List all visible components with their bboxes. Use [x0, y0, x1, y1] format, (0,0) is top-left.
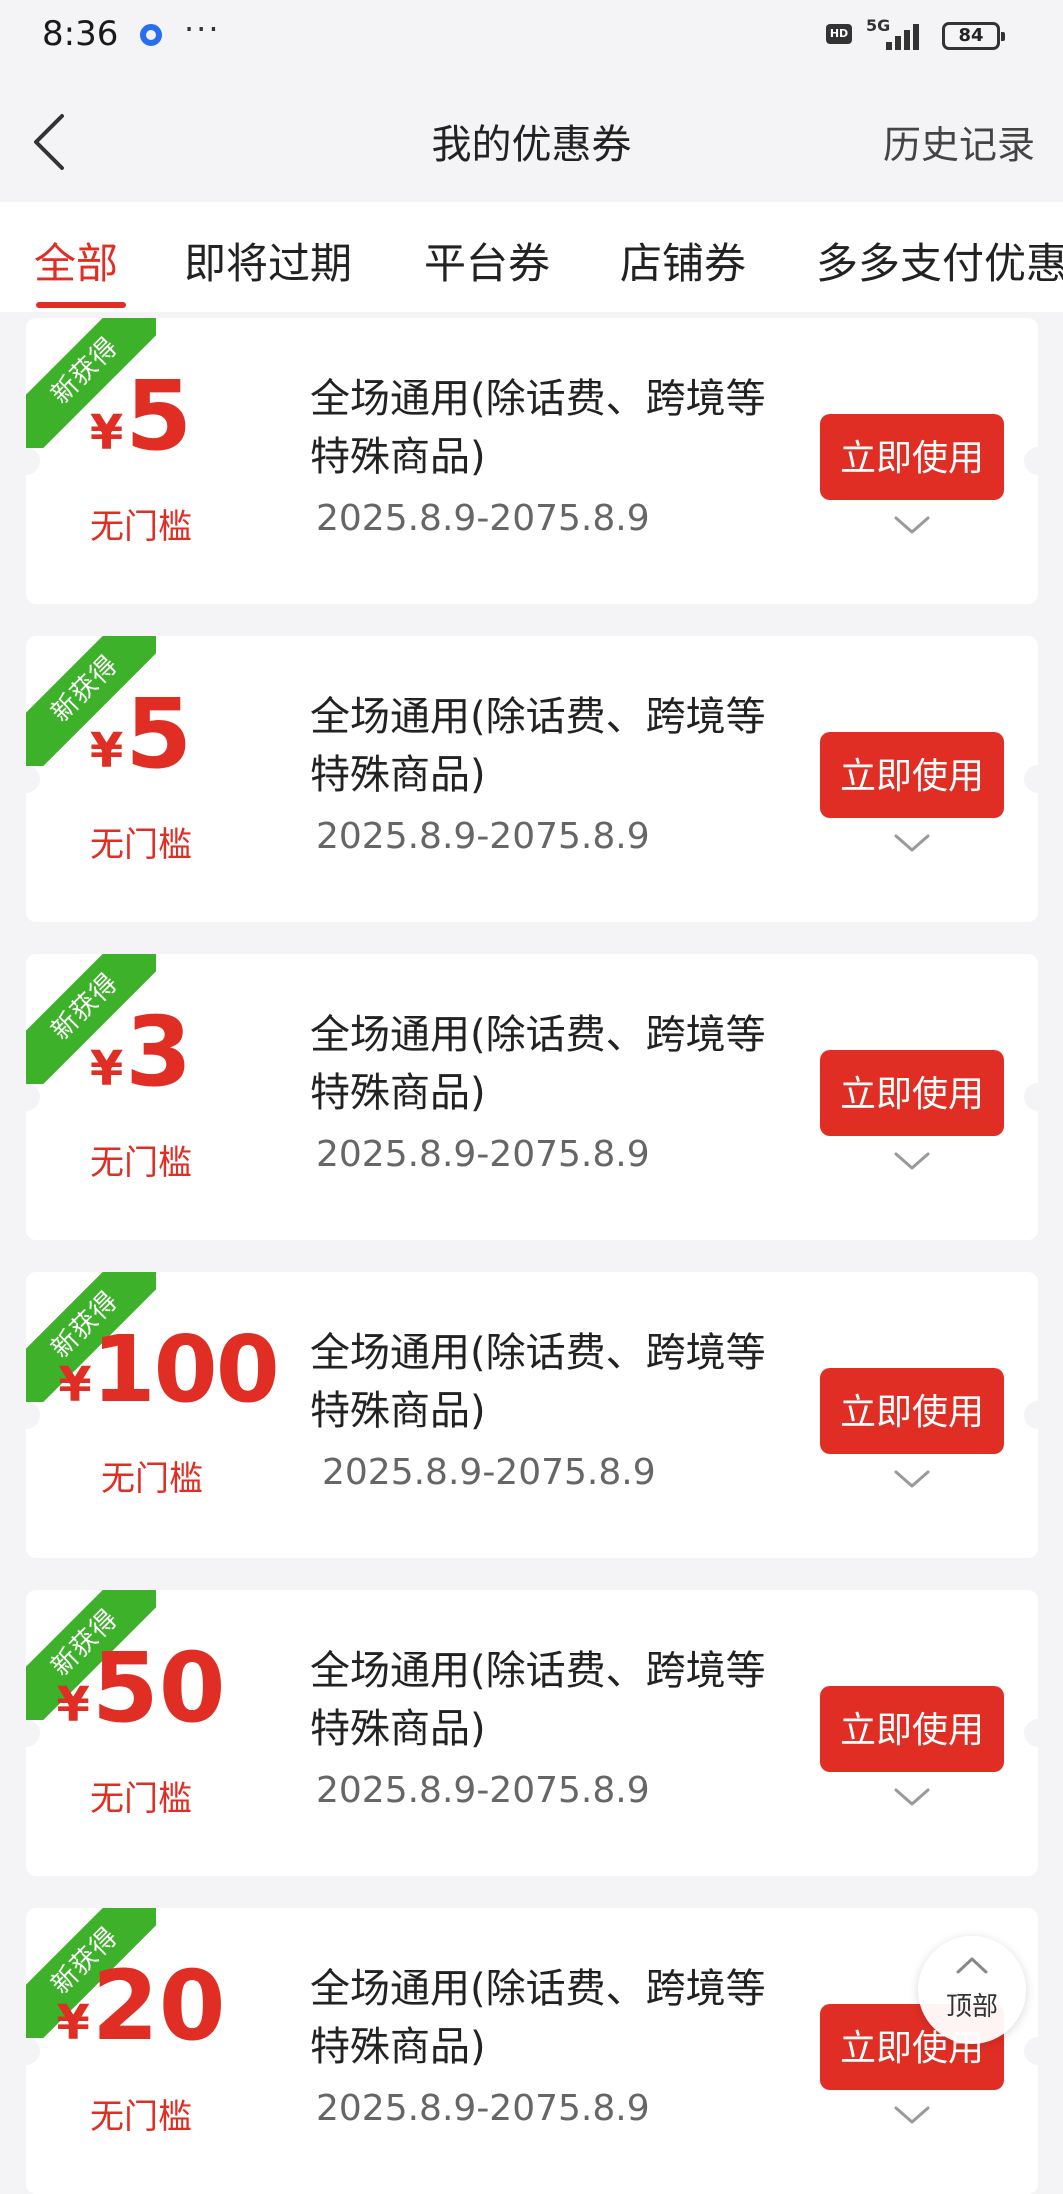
coupon-validity: 2025.8.9-2075.8.9 — [316, 1770, 650, 1811]
coupon-threshold: 无门槛 — [90, 825, 192, 865]
battery-level: 84 — [958, 25, 984, 46]
signal-icon — [886, 22, 926, 50]
coupon-amount-box: ¥50 无门槛 — [26, 1640, 256, 1820]
tab-all[interactable]: 全部 — [34, 230, 118, 291]
tab-bar: 全部 即将过期 平台券 店铺券 多多支付优惠 — [0, 202, 1063, 312]
coupon-card: 新获得 ¥50 无门槛 全场通用(除话费、跨境等特殊商品) 2025.8.9-2… — [26, 1590, 1038, 1876]
currency-symbol: ¥ — [58, 1357, 91, 1413]
tab-duoduo-pay[interactable]: 多多支付优惠 — [816, 230, 1063, 291]
use-now-button[interactable]: 立即使用 — [820, 414, 1004, 500]
currency-symbol: ¥ — [89, 1041, 124, 1097]
use-now-button[interactable]: 立即使用 — [820, 1368, 1004, 1454]
use-now-button[interactable]: 立即使用 — [820, 732, 1004, 818]
coupon-card: 新获得 ¥100 无门槛 全场通用(除话费、跨境等特殊商品) 2025.8.9-… — [26, 1272, 1038, 1558]
amount-value: 5 — [125, 360, 193, 472]
ticket-notch — [1024, 1083, 1038, 1111]
coupon-threshold: 无门槛 — [90, 1779, 192, 1819]
coupon-amount: ¥5 — [26, 686, 256, 799]
coupon-validity: 2025.8.9-2075.8.9 — [316, 498, 650, 539]
coupon-card: 新获得 ¥20 无门槛 全场通用(除话费、跨境等特殊商品) 2025.8.9-2… — [26, 1908, 1038, 2194]
active-tab-indicator — [36, 302, 126, 308]
coupon-threshold: 无门槛 — [101, 1459, 203, 1499]
amount-value: 100 — [91, 1316, 280, 1423]
coupon-card: 新获得 ¥5 无门槛 全场通用(除话费、跨境等特殊商品) 2025.8.9-20… — [26, 636, 1038, 922]
back-to-top-label: 顶部 — [945, 1992, 998, 2022]
ticket-notch — [1024, 1401, 1038, 1429]
coupon-amount: ¥20 — [26, 1958, 256, 2071]
coupon-amount-box: ¥5 无门槛 — [26, 368, 256, 548]
chevron-down-icon[interactable] — [892, 1468, 932, 1492]
coupon-validity: 2025.8.9-2075.8.9 — [316, 816, 650, 857]
ticket-notch — [1024, 765, 1038, 793]
coupon-amount-box: ¥100 无门槛 — [38, 1322, 298, 1500]
amount-value: 3 — [125, 996, 193, 1108]
use-now-button[interactable]: 立即使用 — [820, 1686, 1004, 1772]
chevron-down-icon[interactable] — [892, 2104, 932, 2128]
currency-symbol: ¥ — [56, 1995, 90, 2051]
status-time: 8:36 — [42, 14, 119, 54]
app-notification-icon — [140, 24, 162, 46]
tab-store[interactable]: 店铺券 — [620, 230, 746, 291]
coupon-amount-box: ¥3 无门槛 — [26, 1004, 256, 1184]
coupon-description: 全场通用(除话费、跨境等特殊商品) — [310, 1966, 766, 2070]
status-bar: 8:36 ··· HD 5G 84 — [0, 0, 1063, 72]
coupon-threshold: 无门槛 — [90, 507, 192, 547]
battery-icon: 84 — [942, 22, 1005, 50]
coupon-amount-box: ¥5 无门槛 — [26, 686, 256, 866]
coupon-threshold: 无门槛 — [90, 1143, 192, 1183]
chevron-down-icon[interactable] — [892, 832, 932, 856]
coupon-amount: ¥3 — [26, 1004, 256, 1117]
ticket-notch — [1024, 1719, 1038, 1747]
coupon-validity: 2025.8.9-2075.8.9 — [316, 2088, 650, 2129]
amount-value: 5 — [125, 678, 193, 790]
more-notifications-icon: ··· — [184, 10, 221, 48]
coupon-threshold: 无门槛 — [90, 2097, 192, 2137]
ticket-notch — [1024, 2037, 1038, 2065]
currency-symbol: ¥ — [56, 1677, 90, 1733]
coupon-description: 全场通用(除话费、跨境等特殊商品) — [310, 1648, 766, 1752]
back-to-top-button[interactable]: 顶部 — [918, 1936, 1026, 2044]
coupon-amount: ¥50 — [26, 1640, 256, 1753]
coupon-amount: ¥5 — [26, 368, 256, 481]
coupon-validity: 2025.8.9-2075.8.9 — [316, 1134, 650, 1175]
coupon-description: 全场通用(除话费、跨境等特殊商品) — [310, 1330, 766, 1434]
tab-expiring[interactable]: 即将过期 — [184, 230, 352, 291]
ticket-notch — [1024, 447, 1038, 475]
currency-symbol: ¥ — [89, 723, 124, 779]
header: 我的优惠券 历史记录 — [0, 72, 1063, 202]
coupon-card: 新获得 ¥5 无门槛 全场通用(除话费、跨境等特殊商品) 2025.8.9-20… — [26, 318, 1038, 604]
coupon-amount-box: ¥20 无门槛 — [26, 1958, 256, 2138]
history-link[interactable]: 历史记录 — [883, 114, 1035, 169]
chevron-up-icon — [956, 1957, 988, 1974]
hd-icon: HD — [826, 24, 852, 44]
coupon-description: 全场通用(除话费、跨境等特殊商品) — [310, 376, 766, 480]
coupon-description: 全场通用(除话费、跨境等特殊商品) — [310, 1012, 766, 1116]
amount-value: 20 — [91, 1950, 226, 2062]
coupon-description: 全场通用(除话费、跨境等特殊商品) — [310, 694, 766, 798]
chevron-down-icon[interactable] — [892, 514, 932, 538]
coupon-card: 新获得 ¥3 无门槛 全场通用(除话费、跨境等特殊商品) 2025.8.9-20… — [26, 954, 1038, 1240]
coupon-validity: 2025.8.9-2075.8.9 — [322, 1452, 656, 1493]
use-now-button[interactable]: 立即使用 — [820, 1050, 1004, 1136]
coupon-amount: ¥100 — [38, 1322, 298, 1433]
chevron-down-icon[interactable] — [892, 1150, 932, 1174]
chevron-down-icon[interactable] — [892, 1786, 932, 1810]
tab-platform[interactable]: 平台券 — [424, 230, 550, 291]
amount-value: 50 — [91, 1632, 226, 1744]
currency-symbol: ¥ — [89, 405, 124, 461]
